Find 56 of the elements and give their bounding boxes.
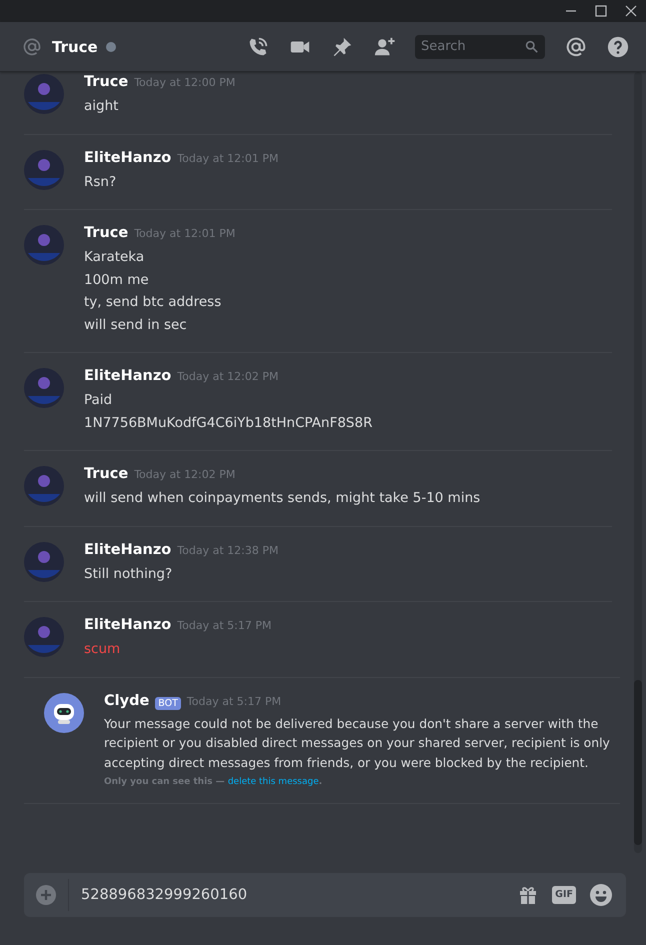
bot-tag: BOT xyxy=(155,696,181,710)
avatar[interactable] xyxy=(24,150,64,190)
search-icon xyxy=(525,40,538,53)
scrollbar-thumb[interactable] xyxy=(634,680,642,845)
gift-icon[interactable] xyxy=(518,885,538,905)
author-name[interactable]: Truce xyxy=(84,74,128,90)
gif-button[interactable]: GIF xyxy=(552,886,576,904)
message-text: scum xyxy=(84,640,122,659)
avatar[interactable] xyxy=(24,466,64,506)
avatar[interactable] xyxy=(24,617,64,657)
message-text: Rsn? xyxy=(84,172,118,192)
author-name[interactable]: EliteHanzo xyxy=(84,542,172,558)
message-text: Paid xyxy=(84,391,114,410)
at-icon xyxy=(22,36,42,56)
timestamp: Today at 5:17 PM xyxy=(177,619,272,632)
close-icon[interactable] xyxy=(625,5,637,17)
message-text: Karateka xyxy=(84,248,146,267)
message-text: 1N7756BMuKodfG4C6iYb18tHnCPAnF8S8R xyxy=(84,414,374,432)
pin-icon[interactable] xyxy=(331,36,353,58)
message-text: will send when coinpayments sends, might take 5-10 mins xyxy=(84,489,482,508)
author-name[interactable]: Truce xyxy=(84,225,128,241)
author-name[interactable]: Truce xyxy=(84,466,128,482)
message-field[interactable]: 528896832999260160 GIF xyxy=(24,873,626,917)
author-name[interactable]: Clyde xyxy=(104,692,150,708)
ephemeral-note: Only you can see this — delete this message. xyxy=(104,777,324,787)
message-text: will send in sec xyxy=(84,316,188,334)
timestamp: Today at 12:02 PM xyxy=(177,370,278,383)
timestamp: Today at 12:00 PM xyxy=(134,76,236,89)
message-text: Your message could not be delivered because you don't share a server with the recipient or you disabled direct messages on your shared server, recipient is only accepting direct messages from friends, or you were blocked by the recipient. xyxy=(104,714,611,772)
timestamp: Today at 5:17 PM xyxy=(186,694,282,708)
timestamp: Today at 12:01 PM xyxy=(177,152,278,164)
message-text: 100m me xyxy=(84,270,150,290)
author-name[interactable]: EliteHanzo xyxy=(84,150,172,166)
scrollbar[interactable] xyxy=(634,72,642,853)
avatar[interactable] xyxy=(24,368,64,408)
help-icon[interactable] xyxy=(607,36,629,58)
timestamp: Today at 12:01 PM xyxy=(134,227,236,240)
smiley-icon[interactable] xyxy=(590,884,612,906)
channel-name: Truce xyxy=(52,38,98,56)
delete-message-link[interactable]: delete this message xyxy=(228,777,319,787)
message-text: Still nothing? xyxy=(84,564,174,584)
message-text: aight xyxy=(84,97,120,116)
add-friend-icon[interactable] xyxy=(373,36,397,58)
mention-icon[interactable] xyxy=(565,36,587,58)
avatar[interactable] xyxy=(24,225,64,265)
author-name[interactable]: EliteHanzo xyxy=(84,368,172,384)
phone-call-icon[interactable] xyxy=(247,36,269,58)
avatar[interactable] xyxy=(24,542,64,582)
timestamp: Today at 12:02 PM xyxy=(134,468,236,481)
avatar[interactable] xyxy=(24,74,64,114)
search-field[interactable]: Search xyxy=(415,34,545,58)
timestamp: Today at 12:38 PM xyxy=(177,544,278,556)
maximize-icon[interactable] xyxy=(595,5,607,17)
author-name[interactable]: EliteHanzo xyxy=(84,617,172,633)
message-text: ty, send btc address xyxy=(84,293,222,312)
robot-avatar xyxy=(44,692,84,732)
